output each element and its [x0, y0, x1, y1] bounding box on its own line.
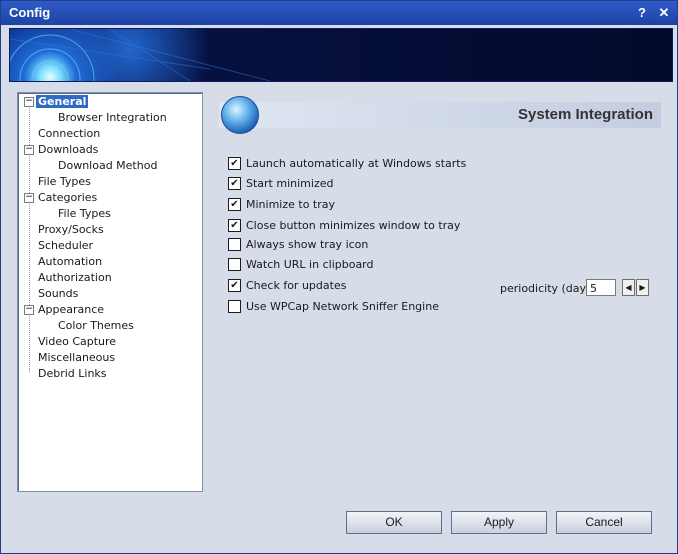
tree-item-label: Debrid Links — [38, 367, 107, 380]
tree-item-label: Download Method — [58, 159, 158, 172]
cancel-button[interactable]: Cancel — [556, 511, 652, 534]
tree-item-connection[interactable]: Connection — [36, 126, 102, 141]
tree-item-authorization[interactable]: Authorization — [36, 270, 114, 285]
option-watch-url-clipboard[interactable]: Watch URL in clipboard — [228, 257, 374, 273]
tree-item-category-file-types[interactable]: File Types — [56, 206, 113, 221]
tree-item-sounds[interactable]: Sounds — [36, 286, 80, 301]
tree-item-video-capture[interactable]: Video Capture — [36, 334, 118, 349]
tree-item-scheduler[interactable]: Scheduler — [36, 238, 95, 253]
tree-item-color-themes[interactable]: Color Themes — [56, 318, 136, 333]
collapse-general-icon[interactable]: − — [24, 97, 34, 107]
periodicity-decrement-button[interactable]: ◀ — [622, 279, 635, 296]
apply-button[interactable]: Apply — [451, 511, 547, 534]
tree-item-label: General — [36, 95, 89, 108]
checkbox-start-minimized[interactable]: ✔ — [228, 176, 241, 190]
tree-item-categories[interactable]: Categories — [36, 190, 99, 205]
tree-item-label: Downloads — [38, 143, 99, 156]
tree-item-download-method[interactable]: Download Method — [56, 158, 159, 173]
option-label: Use WPCap Network Sniffer Engine — [246, 300, 439, 313]
collapse-appearance-icon[interactable]: − — [24, 305, 34, 315]
globe-icon — [221, 96, 259, 134]
option-launch-at-startup[interactable]: ✔ Launch automatically at Windows starts — [228, 156, 466, 172]
option-label: Launch automatically at Windows starts — [246, 157, 467, 170]
tree-item-label: Automation — [38, 255, 103, 268]
collapse-downloads-icon[interactable]: − — [24, 145, 34, 155]
tree-item-label: Color Themes — [58, 319, 134, 332]
tree-item-downloads[interactable]: Downloads — [36, 142, 100, 157]
periodicity-input[interactable]: 5 — [586, 279, 616, 296]
settings-tree[interactable]: General − Browser Integration Connection… — [17, 92, 203, 492]
tree-item-automation[interactable]: Automation — [36, 254, 104, 269]
tree-item-label: Scheduler — [38, 239, 94, 252]
checkbox-watch-url-clipboard[interactable] — [228, 257, 241, 271]
tree-item-label: Proxy/Socks — [38, 223, 104, 236]
tree-item-file-types[interactable]: File Types — [36, 174, 93, 189]
tree-item-label: Miscellaneous — [38, 351, 116, 364]
option-label: Start minimized — [246, 177, 334, 190]
tree-item-label: Categories — [38, 191, 98, 204]
option-minimize-to-tray[interactable]: ✔ Minimize to tray — [228, 197, 335, 213]
close-button[interactable]: ✕ — [655, 4, 673, 22]
tree-item-label: Authorization — [38, 271, 112, 284]
tree-item-label: Video Capture — [38, 335, 117, 348]
tree-item-label: File Types — [58, 207, 111, 220]
window-title: Config — [9, 5, 51, 20]
collapse-categories-icon[interactable]: − — [24, 193, 34, 203]
tree-connector — [29, 101, 30, 373]
banner-art — [10, 29, 271, 81]
periodicity-increment-button[interactable]: ▶ — [636, 279, 649, 296]
tree-item-debrid-links[interactable]: Debrid Links — [36, 366, 109, 381]
option-label: Minimize to tray — [246, 198, 336, 211]
option-label: Watch URL in clipboard — [246, 258, 374, 271]
section-title: System Integration — [517, 106, 653, 123]
tree-item-label: File Types — [38, 175, 91, 188]
banner-image — [9, 28, 673, 82]
tree-item-label: Browser Integration — [58, 111, 167, 124]
option-wpcap-sniffer[interactable]: Use WPCap Network Sniffer Engine — [228, 299, 439, 315]
config-window: Config ? ✕ General − Browser Integration — [0, 0, 678, 554]
option-always-show-tray-icon[interactable]: Always show tray icon — [228, 237, 368, 253]
option-close-minimizes-to-tray[interactable]: ✔ Close button minimizes window to tray — [228, 218, 460, 234]
tree-item-appearance[interactable]: Appearance — [36, 302, 106, 317]
option-label: Close button minimizes window to tray — [246, 219, 461, 232]
tree-item-label: Sounds — [38, 287, 79, 300]
title-bar[interactable]: Config ? ✕ — [1, 1, 677, 25]
tree-item-miscellaneous[interactable]: Miscellaneous — [36, 350, 117, 365]
checkbox-close-minimizes-to-tray[interactable]: ✔ — [228, 218, 241, 232]
section-header: System Integration — [219, 102, 661, 128]
tree-item-browser-integration[interactable]: Browser Integration — [56, 110, 169, 125]
tree-item-proxy-socks[interactable]: Proxy/Socks — [36, 222, 106, 237]
option-start-minimized[interactable]: ✔ Start minimized — [228, 176, 333, 192]
checkbox-wpcap-sniffer[interactable] — [228, 299, 241, 313]
checkbox-always-show-tray-icon[interactable] — [228, 237, 241, 251]
periodicity-label: periodicity (days) — [500, 282, 597, 295]
option-label: Check for updates — [246, 279, 347, 292]
option-label: Always show tray icon — [246, 238, 369, 251]
tree-item-label: Appearance — [38, 303, 105, 316]
checkbox-launch-at-startup[interactable]: ✔ — [228, 156, 241, 170]
help-button[interactable]: ? — [633, 4, 651, 22]
checkbox-minimize-to-tray[interactable]: ✔ — [228, 197, 241, 211]
tree-item-label: Connection — [38, 127, 101, 140]
tree-item-general[interactable]: General — [36, 94, 89, 109]
ok-button[interactable]: OK — [346, 511, 442, 534]
checkbox-check-for-updates[interactable]: ✔ — [228, 278, 241, 292]
option-check-for-updates[interactable]: ✔ Check for updates — [228, 278, 346, 294]
